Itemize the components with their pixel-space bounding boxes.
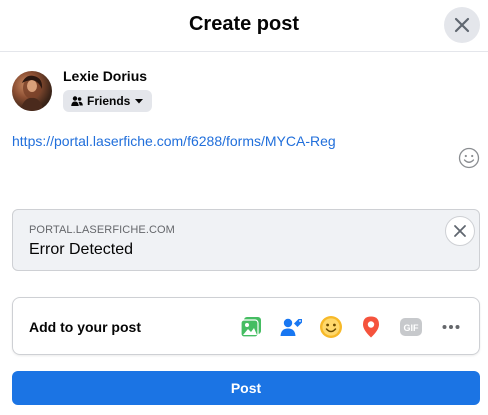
- user-name[interactable]: Lexie Dorius: [63, 68, 147, 84]
- audience-selector[interactable]: Friends: [63, 90, 153, 112]
- avatar[interactable]: [12, 71, 52, 111]
- smiley-outline-icon: [458, 147, 480, 169]
- friends-icon: [71, 96, 83, 106]
- close-icon: [454, 225, 466, 237]
- more-options-button[interactable]: [438, 314, 464, 340]
- gif-button[interactable]: GIF: [398, 314, 424, 340]
- check-in-icon: [363, 316, 379, 338]
- audience-label: Friends: [87, 94, 131, 108]
- preview-title: Error Detected: [29, 241, 134, 258]
- add-to-post-bar: Add to your post GIF: [12, 297, 480, 355]
- preview-domain: PORTAL.LASERFICHE.COM: [29, 224, 175, 236]
- photo-video-icon: [240, 317, 261, 338]
- dialog-title: Create post: [188, 13, 300, 35]
- close-button[interactable]: [444, 7, 480, 43]
- close-icon: [454, 17, 470, 33]
- photo-video-button[interactable]: [238, 314, 264, 340]
- feeling-activity-icon: [320, 316, 342, 338]
- link-preview-card[interactable]: PORTAL.LASERFICHE.COM Error Detected: [12, 209, 480, 271]
- check-in-button[interactable]: [358, 314, 384, 340]
- post-button[interactable]: Post: [12, 371, 480, 405]
- gif-icon: GIF: [400, 318, 422, 336]
- dialog-header: Create post: [0, 0, 488, 52]
- feeling-activity-button[interactable]: [318, 314, 344, 340]
- add-to-post-label: Add to your post: [29, 319, 141, 335]
- remove-preview-button[interactable]: [445, 216, 475, 246]
- post-text-input[interactable]: https://portal.laserfiche.com/f6288/form…: [12, 133, 336, 149]
- caret-down-icon: [135, 99, 144, 104]
- svg-text:GIF: GIF: [404, 323, 420, 333]
- emoji-button[interactable]: [458, 147, 480, 169]
- tag-people-button[interactable]: [278, 314, 304, 340]
- tag-people-icon: [280, 318, 302, 336]
- more-icon: [442, 325, 460, 329]
- avatar-photo: [20, 75, 44, 111]
